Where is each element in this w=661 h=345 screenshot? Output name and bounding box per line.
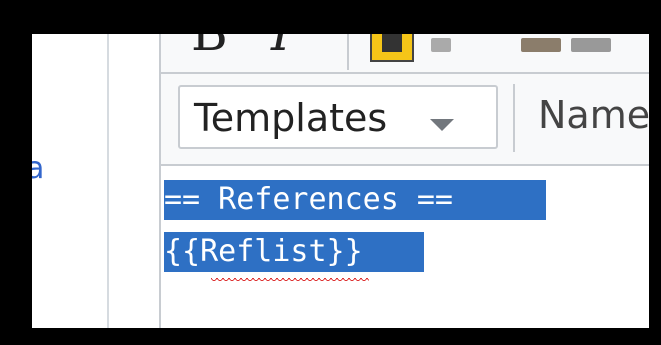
chevron-down-icon	[430, 119, 454, 131]
spellcheck-underline	[211, 278, 369, 284]
selected-text-line: == References ==	[164, 180, 546, 220]
selected-text-line: {{Reflist}}	[164, 232, 424, 272]
insert-icon[interactable]	[521, 38, 561, 52]
wikitext-textarea[interactable]: == References == {{Reflist}}	[161, 166, 649, 328]
toolbar-divider	[513, 84, 515, 152]
bold-icon[interactable]: B	[191, 34, 228, 58]
browser-viewport: a B I Templates Name	[32, 34, 649, 328]
sidebar: a	[32, 34, 109, 328]
italic-icon[interactable]: I	[271, 34, 291, 58]
wikitext-editor: B I Templates Name == References	[161, 34, 649, 328]
content-gutter	[109, 34, 161, 328]
embedded-file-icon-glyph	[382, 34, 402, 52]
toolbar-divider	[347, 34, 349, 70]
editor-toolbar-secondary: Templates Name	[161, 74, 649, 166]
reference-icon[interactable]	[431, 38, 451, 52]
signature-icon[interactable]	[571, 38, 611, 52]
templates-dropdown[interactable]: Templates	[178, 85, 498, 149]
screenshot-frame: a B I Templates Name	[0, 0, 661, 345]
embedded-file-icon[interactable]	[370, 34, 414, 62]
named-references-button[interactable]: Name	[538, 92, 649, 138]
templates-label: Templates	[194, 96, 388, 140]
editor-toolbar-main: B I	[161, 34, 649, 74]
sidebar-link[interactable]: a	[32, 152, 44, 186]
